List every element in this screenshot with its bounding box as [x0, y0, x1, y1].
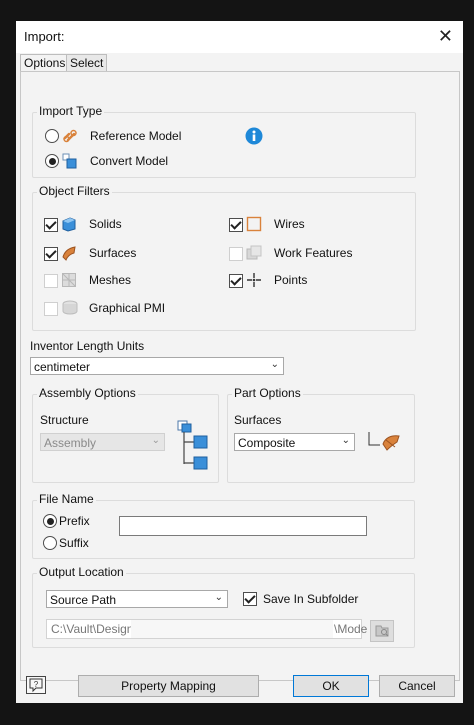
- import-type-label: Import Type: [37, 104, 105, 118]
- chevron-down-icon: ⌄: [341, 435, 350, 446]
- meshes-checkbox[interactable]: [44, 274, 58, 288]
- close-icon[interactable]: ✕: [438, 27, 453, 45]
- window-title: Import:: [24, 29, 65, 44]
- surfaces-dropdown[interactable]: Composite ⌄: [234, 433, 355, 451]
- reference-model-radio[interactable]: [45, 129, 59, 143]
- assembly-options-group: Assembly Options Structure Assembly ⌄: [32, 386, 219, 483]
- output-location-dropdown[interactable]: Source Path ⌄: [46, 590, 228, 608]
- point-icon: [246, 272, 262, 291]
- points-label: Points: [274, 273, 308, 287]
- output-path-value: C:\Vault\Designs: [51, 622, 140, 636]
- structure-value: Assembly: [44, 436, 97, 450]
- solids-checkbox[interactable]: [44, 218, 58, 232]
- work-features-label: Work Features: [274, 246, 353, 260]
- convert-model-label: Convert Model: [90, 154, 169, 168]
- options-panel: Import Type Reference Model Convert Mode…: [20, 71, 460, 681]
- assembly-structure-icon: [176, 420, 210, 473]
- mesh-icon: [61, 272, 77, 291]
- surfaces-option-label: Surfaces: [234, 413, 282, 427]
- prefix-radio[interactable]: [43, 514, 57, 528]
- import-type-group: Import Type Reference Model Convert Mode…: [32, 104, 416, 178]
- wire-box-icon: [246, 216, 262, 235]
- surfaces-label: Surfaces: [89, 246, 137, 260]
- work-features-checkbox[interactable]: [229, 247, 243, 261]
- tab-options-label: Options: [24, 56, 66, 70]
- browse-folder-icon[interactable]: [370, 620, 394, 642]
- title-bar: Import: ✕: [16, 21, 463, 53]
- output-location-group: Output Location Source Path ⌄ Save In Su…: [32, 565, 415, 648]
- surfaces-checkbox[interactable]: [44, 247, 58, 261]
- graphical-pmi-icon: [61, 299, 79, 320]
- wires-checkbox[interactable]: [229, 218, 243, 232]
- chevron-down-icon: ⌄: [214, 592, 223, 603]
- file-name-group: File Name Prefix Suffix: [32, 492, 415, 559]
- property-mapping-button[interactable]: Property Mapping: [78, 675, 259, 697]
- help-icon[interactable]: ?: [26, 676, 46, 694]
- output-path-highlight: [131, 620, 333, 638]
- length-units-dropdown[interactable]: centimeter ⌄: [30, 357, 284, 375]
- file-name-input[interactable]: [119, 516, 367, 536]
- length-units-label: Inventor Length Units: [30, 339, 145, 353]
- suffix-label: Suffix: [59, 536, 89, 550]
- file-name-label: File Name: [37, 492, 96, 506]
- part-options-group: Part Options Surfaces Composite ⌄: [227, 386, 415, 483]
- info-icon[interactable]: [245, 127, 263, 148]
- prefix-label: Prefix: [59, 514, 90, 528]
- graphical-pmi-checkbox[interactable]: [44, 302, 58, 316]
- convert-model-radio[interactable]: [45, 154, 59, 168]
- object-filters-label: Object Filters: [37, 184, 112, 198]
- chevron-down-icon: ⌄: [151, 435, 160, 446]
- cancel-button[interactable]: Cancel: [379, 675, 455, 697]
- save-in-subfolder-label: Save In Subfolder: [263, 592, 359, 606]
- surfaces-value: Composite: [238, 436, 296, 450]
- solids-label: Solids: [89, 217, 122, 231]
- import-dialog: Import: ✕ Options Select Import Type Ref…: [16, 21, 463, 703]
- meshes-label: Meshes: [89, 273, 132, 287]
- assembly-options-label: Assembly Options: [37, 386, 138, 400]
- svg-text:?: ?: [34, 680, 39, 689]
- composite-surface-icon: [368, 432, 402, 457]
- convert-model-icon: [62, 153, 78, 172]
- object-filters-group: Object Filters Solids Wires Surfaces Wor…: [32, 184, 416, 331]
- work-features-icon: [246, 245, 262, 264]
- solid-cube-icon: [61, 216, 77, 235]
- length-units-value: centimeter: [34, 360, 91, 374]
- output-location-label: Output Location: [37, 565, 126, 579]
- chevron-down-icon: ⌄: [270, 359, 279, 370]
- output-path-field[interactable]: C:\Vault\Designs \Mode: [46, 619, 367, 639]
- link-icon: [62, 128, 78, 147]
- save-in-subfolder-checkbox[interactable]: [243, 592, 257, 606]
- tab-select-label: Select: [70, 56, 104, 70]
- structure-dropdown[interactable]: Assembly ⌄: [40, 433, 165, 451]
- ok-button[interactable]: OK: [293, 675, 369, 697]
- output-path-suffix: \Mode: [334, 622, 368, 636]
- part-options-label: Part Options: [232, 386, 303, 400]
- wires-label: Wires: [274, 217, 305, 231]
- points-checkbox[interactable]: [229, 274, 243, 288]
- surface-icon: [61, 245, 77, 264]
- graphical-pmi-label: Graphical PMI: [89, 301, 166, 315]
- structure-label: Structure: [40, 413, 89, 427]
- reference-model-label: Reference Model: [90, 129, 182, 143]
- suffix-radio[interactable]: [43, 536, 57, 550]
- output-location-value: Source Path: [50, 593, 117, 607]
